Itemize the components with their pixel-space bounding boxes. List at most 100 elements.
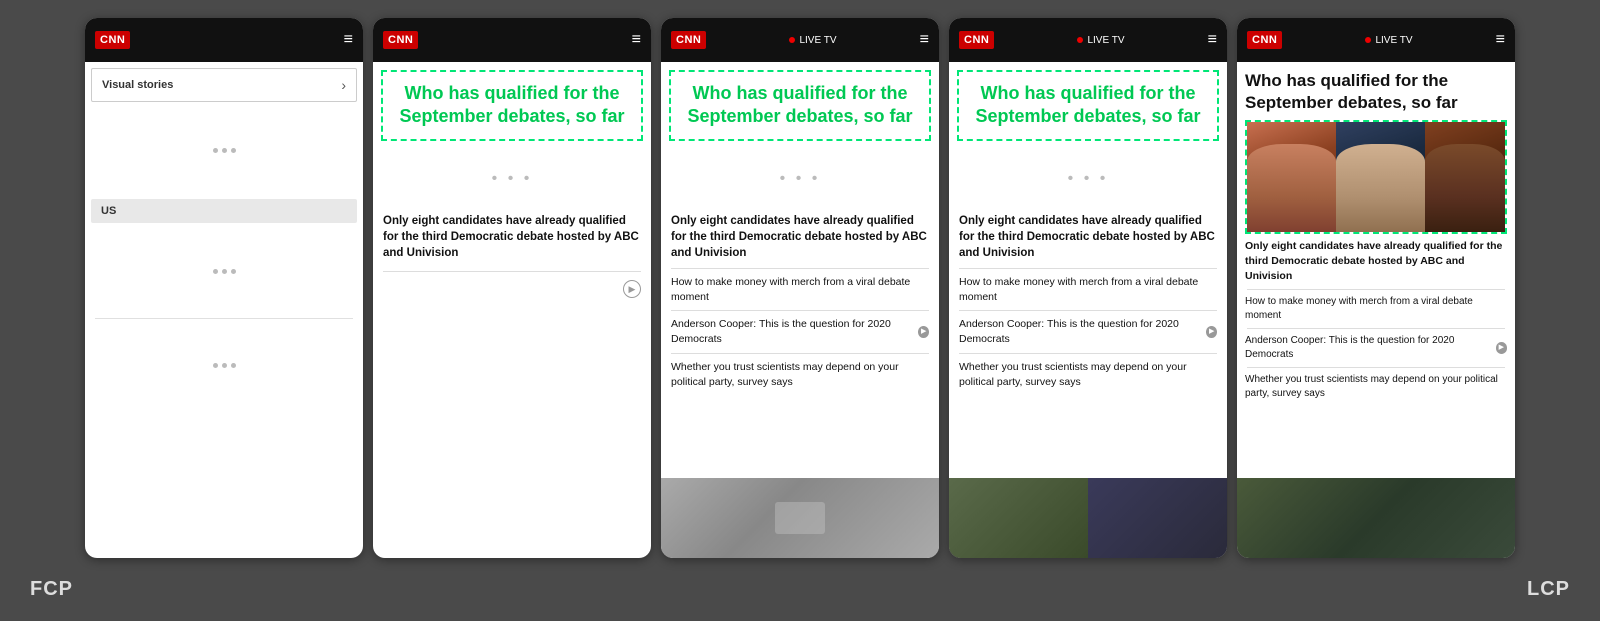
play-icon-4[interactable]: ▶	[1206, 326, 1217, 338]
headline-4: Who has qualified for the September deba…	[975, 83, 1200, 126]
dot-6	[231, 269, 236, 274]
live-tv-label-3: LIVE TV	[799, 35, 836, 46]
dot-1	[213, 148, 218, 153]
article-link-5-2[interactable]: Anderson Cooper: This is the question fo…	[1237, 332, 1515, 364]
loading-dots-2	[85, 229, 363, 314]
ad-placeholder-3: • • •	[661, 149, 939, 209]
article-text-3-2: Anderson Cooper: This is the question fo…	[671, 317, 915, 346]
phone1-body: Visual stories › US	[85, 68, 363, 408]
headline-box-3: Who has qualified for the September deba…	[669, 70, 931, 141]
live-dot-3	[789, 37, 795, 43]
article-link-3-1[interactable]: How to make money with merch from a vira…	[661, 272, 939, 307]
face-silhouette-1	[1247, 144, 1336, 232]
bottom-img-seg1	[949, 478, 1088, 558]
phone5-body: Who has qualified for the September deba…	[1237, 62, 1515, 558]
main-article-2[interactable]: Only eight candidates have already quali…	[373, 209, 651, 265]
phone4-body: Who has qualified for the September deba…	[949, 62, 1227, 558]
hamburger-icon-1[interactable]: ≡	[344, 31, 353, 49]
dot-8	[222, 363, 227, 368]
dot-9	[231, 363, 236, 368]
play-icon-5[interactable]: ▶	[1496, 342, 1507, 354]
labels-row: FCP LCP	[0, 566, 1600, 601]
main-article-3[interactable]: Only eight candidates have already quali…	[661, 209, 939, 265]
ad-placeholder-4: • • •	[949, 149, 1227, 209]
bottom-image-placeholder-5	[1237, 478, 1515, 558]
headline-box-2: Who has qualified for the September deba…	[381, 70, 643, 141]
header-1: CNN ≡	[85, 18, 363, 62]
phone-fcp: CNN ≡ Visual stories › US	[85, 18, 363, 558]
phone-lcp: CNN LIVE TV ≡ Who has qualified for the …	[1237, 18, 1515, 558]
loading-dots-3	[85, 323, 363, 408]
phone-3: CNN LIVE TV ≡ Who has qualified for the …	[661, 18, 939, 558]
loading-icon-2: • • •	[492, 170, 533, 188]
cnn-logo-3: CNN	[671, 31, 706, 49]
article-link-4-3[interactable]: Whether you trust scientists may depend …	[949, 357, 1227, 392]
header-3: CNN LIVE TV ≡	[661, 18, 939, 62]
ad-placeholder-2: • • •	[373, 149, 651, 209]
headline-5: Who has qualified for the September deba…	[1245, 70, 1507, 114]
article-text-4-2: Anderson Cooper: This is the question fo…	[959, 317, 1203, 346]
live-tv-label-4: LIVE TV	[1087, 35, 1124, 46]
dot-3	[231, 148, 236, 153]
play-button-2[interactable]: ▶	[623, 280, 641, 298]
face-silhouette-3	[1425, 144, 1505, 232]
article-link-4-2[interactable]: Anderson Cooper: This is the question fo…	[949, 314, 1227, 349]
bottom-image-placeholder-4	[949, 478, 1227, 558]
header-2: CNN ≡	[373, 18, 651, 62]
live-tv-label-5: LIVE TV	[1375, 35, 1412, 46]
cnn-logo-1: CNN	[95, 31, 130, 49]
phone3-body: Who has qualified for the September deba…	[661, 62, 939, 558]
header-5: CNN LIVE TV ≡	[1237, 18, 1515, 62]
hamburger-icon-5[interactable]: ≡	[1496, 31, 1505, 49]
chevron-right-icon: ›	[341, 77, 346, 93]
article-link-5-1[interactable]: How to make money with merch from a vira…	[1237, 293, 1515, 325]
hero-face-1	[1247, 122, 1336, 232]
visual-stories-label: Visual stories	[102, 79, 173, 91]
loading-icon-3: • • •	[780, 170, 821, 188]
us-section-label: US	[91, 199, 357, 223]
fcp-label: FCP	[30, 578, 73, 601]
hamburger-icon-4[interactable]: ≡	[1208, 31, 1217, 49]
hamburger-icon-3[interactable]: ≡	[920, 31, 929, 49]
headline-section-5: Who has qualified for the September deba…	[1237, 62, 1515, 118]
phone-2: CNN ≡ Who has qualified for the Septembe…	[373, 18, 651, 558]
main-article-5[interactable]: Only eight candidates have already quali…	[1237, 236, 1515, 286]
article-link-4-1[interactable]: How to make money with merch from a vira…	[949, 272, 1227, 307]
live-dot-5	[1365, 37, 1371, 43]
bottom-image-3	[661, 478, 939, 558]
dot-4	[213, 269, 218, 274]
loading-dots-1	[85, 108, 363, 193]
lcp-label: LCP	[1527, 578, 1570, 601]
cnn-logo-2: CNN	[383, 31, 418, 49]
bottom-image-row-4	[949, 478, 1227, 558]
hero-face-2	[1336, 122, 1425, 232]
main-article-4[interactable]: Only eight candidates have already quali…	[949, 209, 1227, 265]
bottom-image-4	[949, 478, 1227, 558]
article-text-5-2: Anderson Cooper: This is the question fo…	[1245, 334, 1493, 362]
phone2-body: Who has qualified for the September deba…	[373, 62, 651, 558]
article-link-3-2[interactable]: Anderson Cooper: This is the question fo…	[661, 314, 939, 349]
bottom-image-5	[1237, 478, 1515, 558]
face-silhouette-2	[1336, 144, 1425, 232]
article-link-5-3[interactable]: Whether you trust scientists may depend …	[1237, 371, 1515, 403]
bottom-img-seg2	[1088, 478, 1227, 558]
headline-3: Who has qualified for the September deba…	[687, 83, 912, 126]
dot-7	[213, 363, 218, 368]
play-icon-3[interactable]: ▶	[918, 326, 929, 338]
article-link-3-3[interactable]: Whether you trust scientists may depend …	[661, 357, 939, 392]
live-tv-5: LIVE TV	[1365, 35, 1412, 46]
hero-image-5	[1247, 122, 1505, 232]
hamburger-icon-2[interactable]: ≡	[632, 31, 641, 49]
hero-face-3	[1425, 122, 1505, 232]
headline-box-4: Who has qualified for the September deba…	[957, 70, 1219, 141]
headline-2: Who has qualified for the September deba…	[399, 83, 624, 126]
dot-2	[222, 148, 227, 153]
bottom-image-placeholder-3	[661, 478, 939, 558]
visual-stories-bar[interactable]: Visual stories ›	[91, 68, 357, 102]
live-tv-3: LIVE TV	[789, 35, 836, 46]
phones-container: CNN ≡ Visual stories › US	[0, 0, 1600, 558]
live-tv-4: LIVE TV	[1077, 35, 1124, 46]
phone-4: CNN LIVE TV ≡ Who has qualified for the …	[949, 18, 1227, 558]
image-rect-3	[775, 502, 825, 534]
cnn-logo-5: CNN	[1247, 31, 1282, 49]
